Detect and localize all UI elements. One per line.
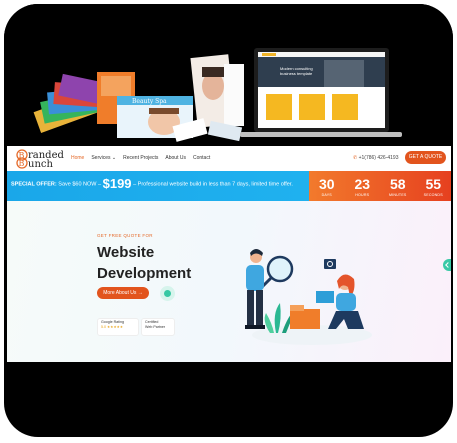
countdown-hours-value: 23 [354,176,371,192]
logo-word-2: unch [28,159,53,170]
nav-item-recent-projects[interactable]: Recent Projects [123,155,158,161]
screenshot-frame: Beauty Spa Modern consulting business te… [4,4,453,437]
more-about-us-button[interactable]: More About Us → [97,287,149,299]
hero-title-line-2: Development [97,265,192,282]
certified-badge: Certified Web Partner [141,318,175,336]
play-video-button[interactable] [160,286,175,301]
hero-eyebrow: GET FREE QUOTE FOR [97,233,153,238]
laptop-mockup: Modern consulting business template [240,48,402,137]
product-showcase-image: Beauty Spa Modern consulting business te… [4,4,453,146]
google-rating-badge: Google Rating 5.0 ★★★★★ [97,318,139,336]
get-a-quote-button[interactable]: GET A QUOTE [405,151,446,164]
countdown-hours: 23 HOURS [345,171,381,201]
phone-number[interactable]: ✆ +1(786) 426-4193 [353,155,399,161]
countdown-minutes-value: 58 [389,176,406,192]
countdown-days: 30 DAYS [309,171,345,201]
google-rating-sub: 5.0 ★★★★★ [101,325,124,329]
nav-item-home[interactable]: Home [71,155,84,161]
countdown-timer: 30 DAYS 23 HOURS 58 MINUTES 55 SECONDS [309,171,451,201]
promo-suffix: – Professional website build in less tha… [133,181,293,188]
promo-prefix: SPECIAL OFFER: [11,181,57,188]
site-navbar: B B randed unch Home Services ⌄ Recent P… [7,146,451,172]
website-screenshot: B B randed unch Home Services ⌄ Recent P… [7,146,451,362]
countdown-seconds-label: SECONDS [423,193,443,197]
magazine [190,54,244,128]
svg-text:business template: business template [280,71,313,76]
nav-item-contact[interactable]: Contact [193,155,210,161]
hero-section: GET FREE QUOTE FOR Website Development M… [7,201,451,362]
countdown-seconds-value: 55 [425,176,442,192]
certified-sub: Web Partner [145,325,166,329]
magnifier-icon [266,255,294,283]
promo-save: Save $60 NOW – [58,181,102,188]
svg-text:Beauty Spa: Beauty Spa [132,98,167,105]
nav-item-services[interactable]: Services ⌄ [91,155,116,161]
svg-text:B: B [19,159,25,168]
countdown-hours-label: HOURS [355,193,370,197]
phone-text: +1(786) 426-4193 [358,155,399,161]
side-panel-toggle[interactable] [443,259,451,271]
countdown-minutes-label: MINUTES [388,193,407,197]
special-offer-banner: SPECIAL OFFER: Save $60 NOW – $199 – Pro… [7,171,451,201]
hero-title: Website Development [97,242,191,284]
countdown-seconds: 55 SECONDS [416,171,452,201]
promo-price: $199 [102,176,132,191]
brand-logo[interactable]: B B randed unch [14,149,74,170]
nav-menu: Home Services ⌄ Recent Projects About Us… [71,155,210,161]
countdown-days-value: 30 [318,176,335,192]
nav-item-about-us[interactable]: About Us [165,155,186,161]
countdown-days-label: DAYS [321,193,332,197]
countdown-minutes: 58 MINUTES [380,171,416,201]
hero-title-line-1: Website [97,244,155,261]
promo-text: SPECIAL OFFER: Save $60 NOW – $199 – Pro… [11,177,301,190]
web-development-illustration [245,249,372,345]
